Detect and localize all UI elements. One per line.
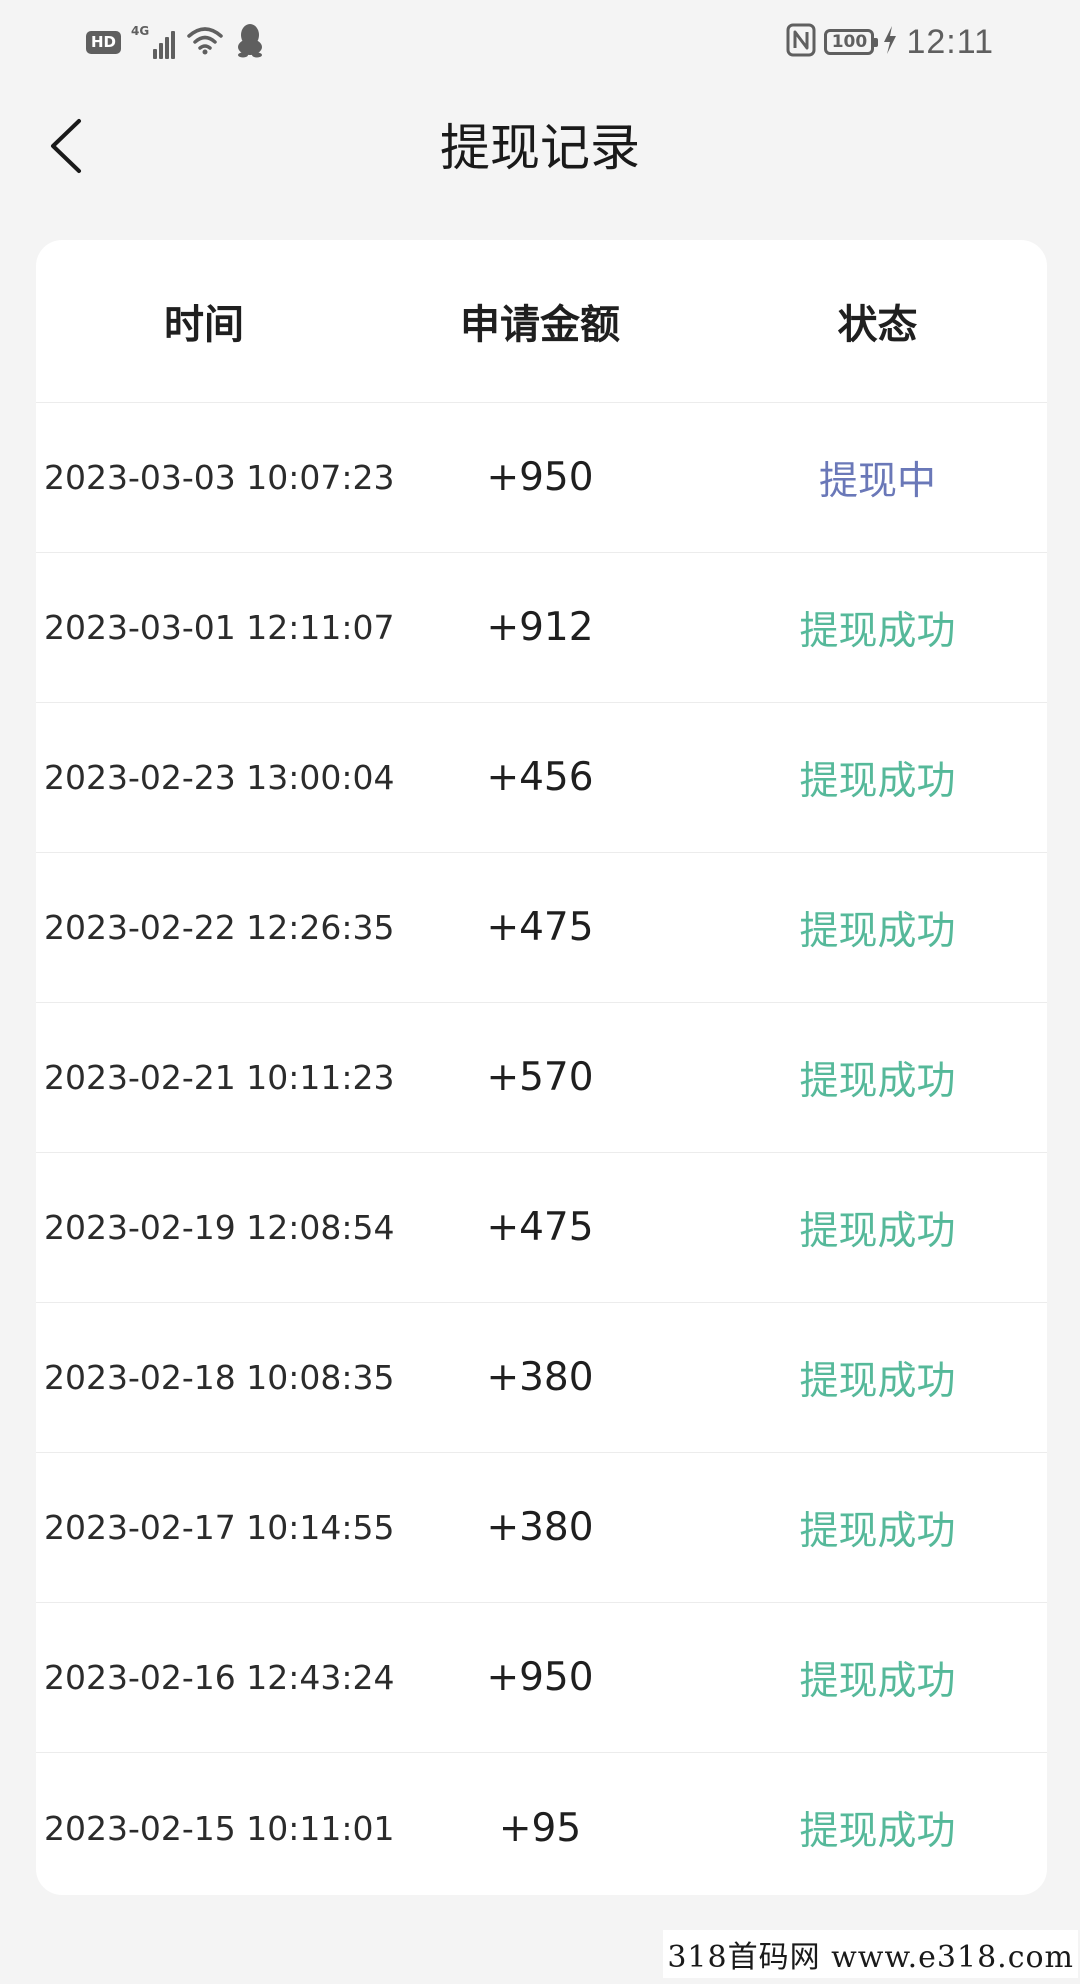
row-amount: +380 bbox=[486, 1355, 594, 1400]
table-row: 2023-02-23 13:00:04 +456 提现成功 bbox=[36, 703, 1047, 853]
withdrawal-records-card: 时间 申请金额 状态 2023-03-03 10:07:23 +950 提现中 … bbox=[36, 240, 1047, 1895]
row-time: 2023-02-21 10:11:23 bbox=[44, 1058, 395, 1097]
qq-penguin-icon bbox=[235, 22, 265, 62]
row-status: 提现成功 bbox=[799, 1809, 956, 1854]
table-row: 2023-02-17 10:14:55 +380 提现成功 bbox=[36, 1453, 1047, 1603]
nav-bar: 提现记录 bbox=[0, 100, 1080, 196]
row-amount: +380 bbox=[486, 1505, 594, 1550]
page-title: 提现记录 bbox=[440, 119, 640, 177]
row-amount: +570 bbox=[486, 1055, 594, 1100]
network-type-label: 4G bbox=[131, 24, 150, 38]
cellular-signal-icon: 4G bbox=[131, 24, 176, 59]
row-time: 2023-02-17 10:14:55 bbox=[44, 1508, 395, 1547]
watermark: 318首码网 www.e318.com bbox=[663, 1930, 1078, 1978]
table-row: 2023-02-15 10:11:01 +95 提现成功 bbox=[36, 1753, 1047, 1895]
status-clock: 12:11 bbox=[906, 22, 994, 61]
row-time: 2023-02-22 12:26:35 bbox=[44, 908, 395, 947]
header-amount: 申请金额 bbox=[460, 302, 620, 348]
status-bar-left: HD 4G bbox=[86, 22, 265, 62]
status-bar: HD 4G 100 12:11 bbox=[0, 0, 1080, 84]
row-amount: +950 bbox=[486, 1655, 594, 1700]
row-amount: +912 bbox=[486, 605, 594, 650]
row-time: 2023-02-16 12:43:24 bbox=[44, 1658, 395, 1697]
row-amount: +95 bbox=[498, 1805, 582, 1851]
table-row: 2023-02-18 10:08:35 +380 提现成功 bbox=[36, 1303, 1047, 1453]
table-header: 时间 申请金额 状态 bbox=[36, 240, 1047, 403]
table-row: 2023-03-01 12:11:07 +912 提现成功 bbox=[36, 553, 1047, 703]
row-amount: +950 bbox=[486, 455, 594, 500]
row-status: 提现成功 bbox=[799, 1508, 956, 1554]
wifi-icon bbox=[185, 24, 225, 60]
table-row: 2023-02-21 10:11:23 +570 提现成功 bbox=[36, 1003, 1047, 1153]
header-time: 时间 bbox=[164, 302, 244, 348]
row-status: 提现成功 bbox=[799, 908, 956, 954]
table-row: 2023-03-03 10:07:23 +950 提现中 bbox=[36, 403, 1047, 553]
row-amount: +475 bbox=[486, 905, 594, 950]
status-bar-right: 100 12:11 bbox=[786, 20, 994, 64]
battery-icon: 100 bbox=[824, 29, 879, 55]
row-time: 2023-03-01 12:11:07 bbox=[44, 608, 395, 647]
row-status: 提现成功 bbox=[799, 608, 956, 654]
row-time: 2023-03-03 10:07:23 bbox=[44, 458, 395, 497]
row-amount: +475 bbox=[486, 1205, 594, 1250]
table-row: 2023-02-19 12:08:54 +475 提现成功 bbox=[36, 1153, 1047, 1303]
hd-icon: HD bbox=[86, 30, 122, 54]
row-status: 提现成功 bbox=[799, 1658, 956, 1704]
row-status: 提现成功 bbox=[799, 1208, 956, 1254]
row-status: 提现成功 bbox=[799, 758, 956, 804]
row-time: 2023-02-18 10:08:35 bbox=[44, 1358, 395, 1397]
nfc-icon bbox=[786, 23, 816, 61]
row-status: 提现成功 bbox=[799, 1058, 956, 1104]
row-status: 提现中 bbox=[818, 458, 936, 504]
row-status: 提现成功 bbox=[799, 1358, 956, 1404]
row-time: 2023-02-15 10:11:01 bbox=[44, 1808, 395, 1848]
header-status: 状态 bbox=[837, 302, 918, 348]
row-time: 2023-02-19 12:08:54 bbox=[44, 1208, 395, 1247]
row-amount: +456 bbox=[486, 755, 594, 800]
table-row: 2023-02-22 12:26:35 +475 提现成功 bbox=[36, 853, 1047, 1003]
table-row: 2023-02-16 12:43:24 +950 提现成功 bbox=[36, 1603, 1047, 1753]
charging-bolt-icon bbox=[882, 25, 898, 59]
row-time: 2023-02-23 13:00:04 bbox=[44, 758, 395, 797]
